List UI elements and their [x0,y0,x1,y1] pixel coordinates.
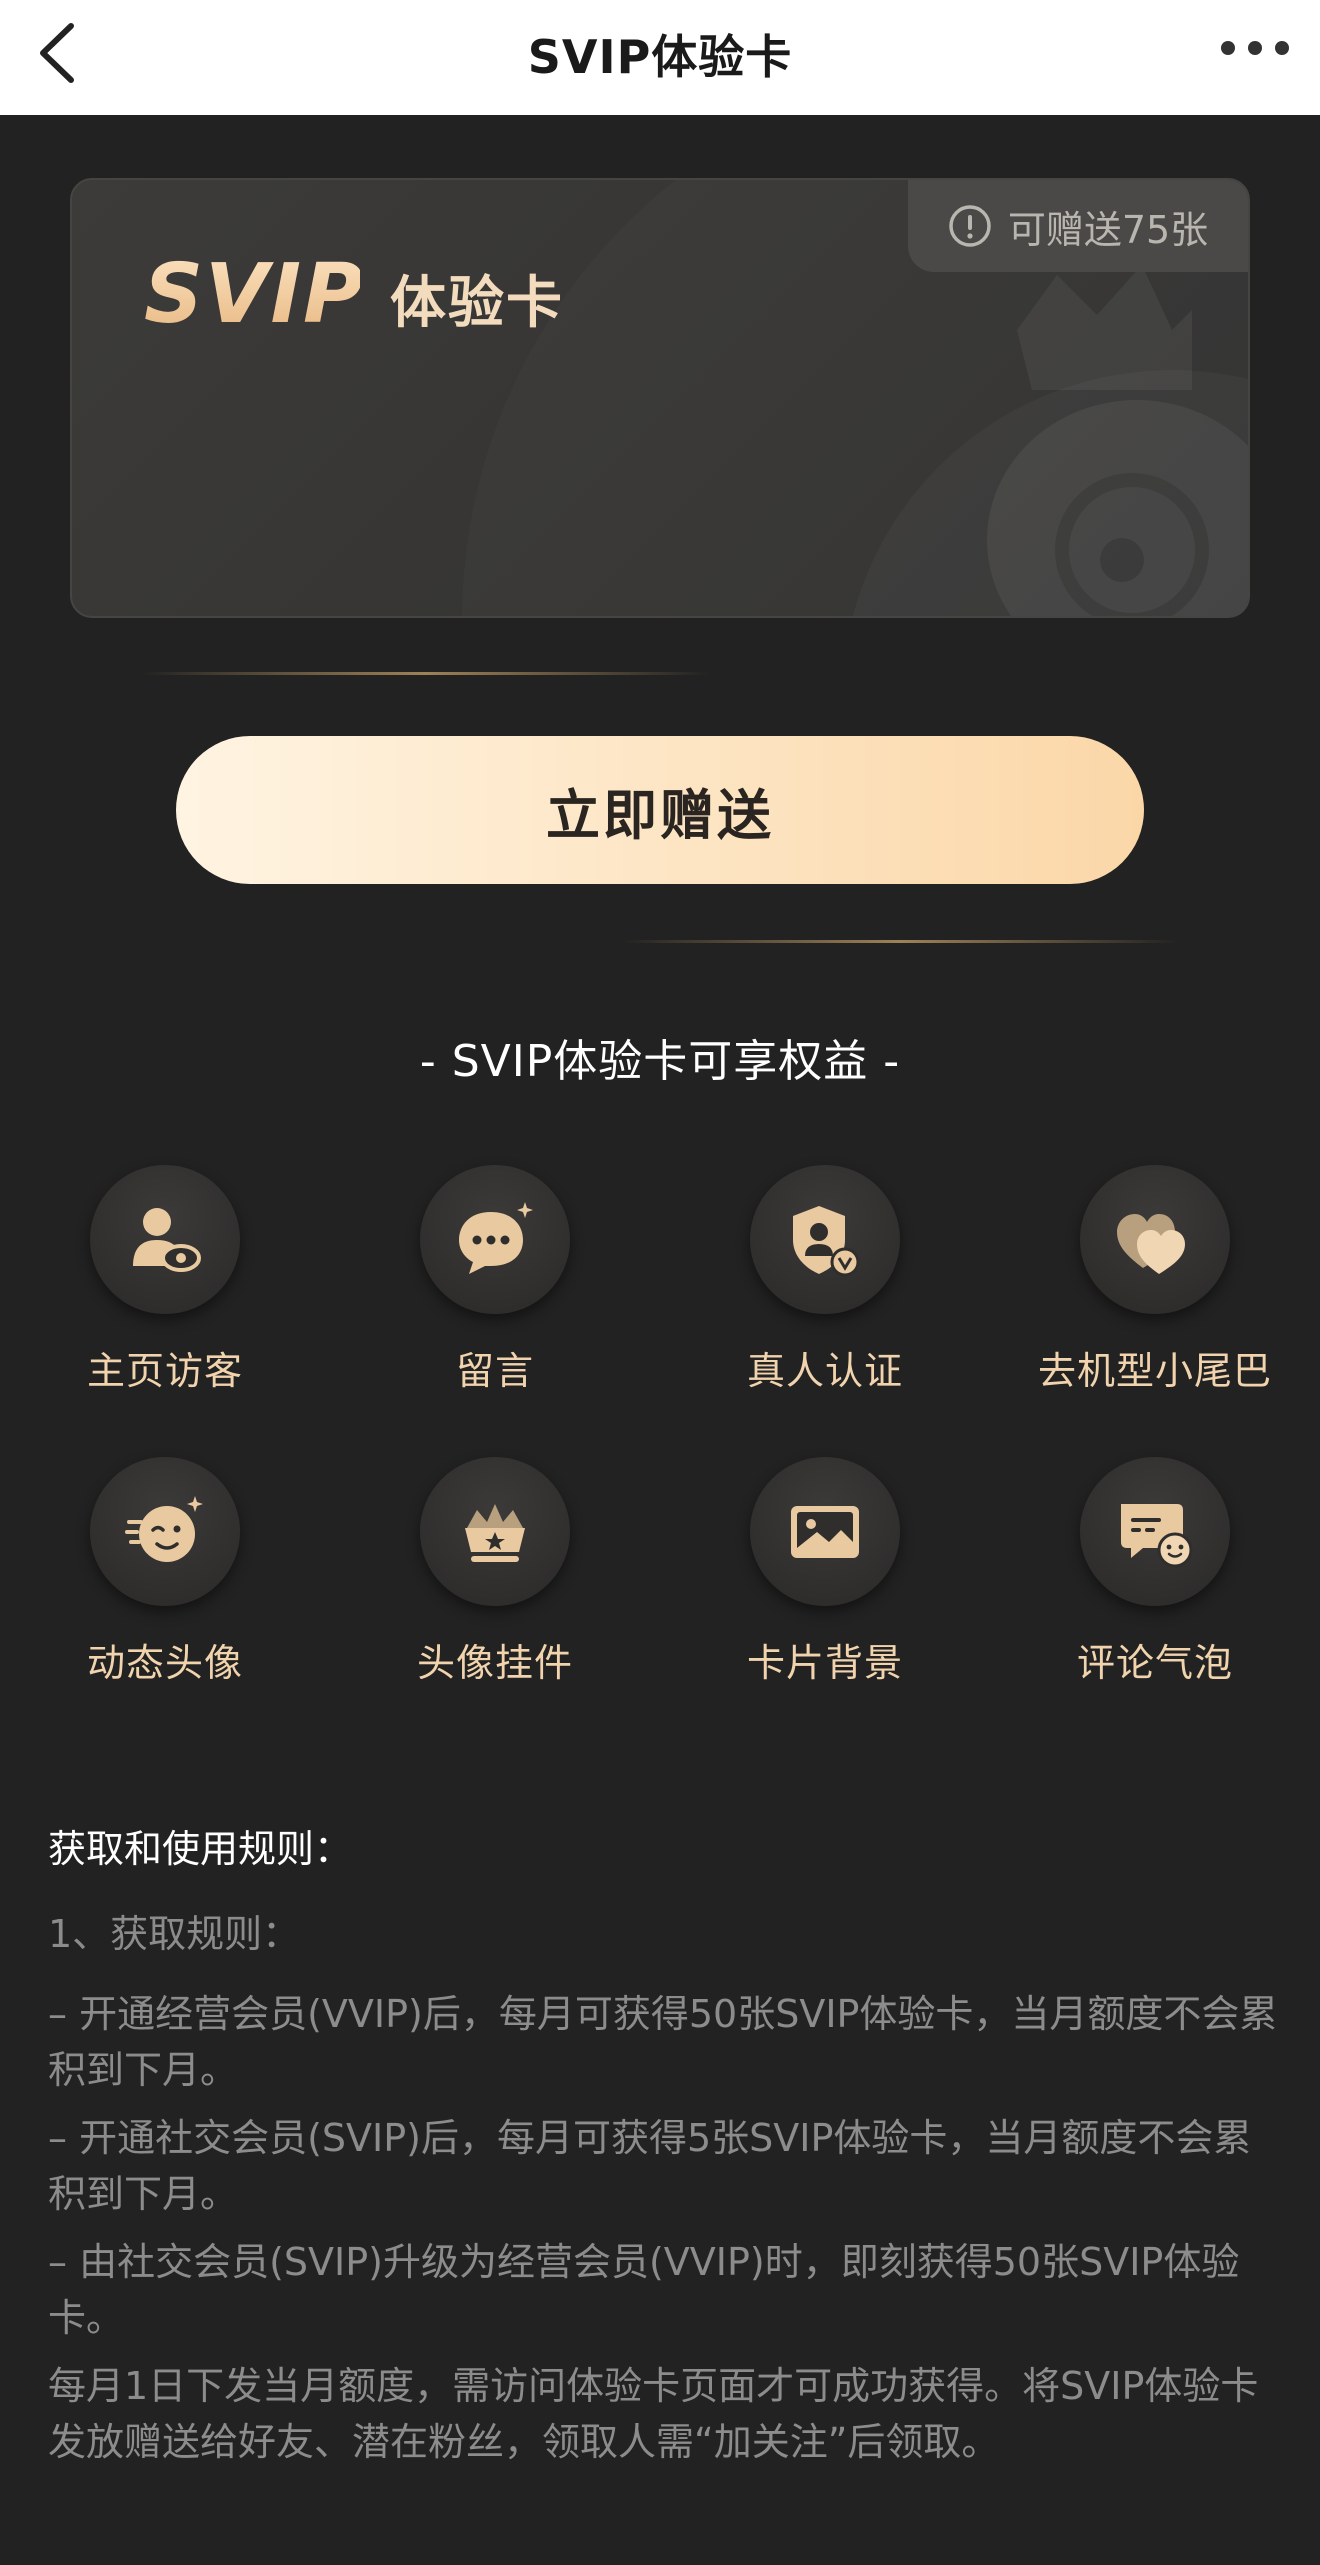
verified-shield-icon [793,1205,860,1276]
svip-trial-card: 可赠送75张 SVIP 体验卡 [70,178,1250,618]
remaining-count-text: 可赠送75张 [1007,207,1209,252]
page-title: SVIP体验卡 [527,29,793,84]
benefit-avatar-pendant[interactable]: 头像挂件 [330,1457,660,1687]
benefit-label: 评论气泡 [1076,1641,1233,1685]
benefit-message[interactable]: 留言 [330,1165,660,1395]
benefit-verification[interactable]: 真人认证 [660,1165,990,1395]
remaining-count-badge: 可赠送75张 [908,180,1248,272]
benefit-label: 卡片背景 [746,1641,903,1685]
rule-paragraph: – 开通社交会员(SVIP)后，每月可获得5张SVIP体验卡，当月额度不会累积到… [48,2116,1252,2216]
gold-divider-bottom [620,940,1180,943]
back-button[interactable] [22,18,92,88]
benefit-label: 真人认证 [746,1349,903,1393]
visitor-icon [133,1207,201,1272]
benefit-remove-device-tail[interactable]: 去机型小尾巴 [990,1165,1320,1395]
benefit-label: 头像挂件 [416,1641,573,1685]
avatar-pendant-icon [465,1503,525,1562]
message-icon [459,1201,533,1274]
benefit-label: 动态头像 [86,1641,243,1685]
benefit-dynamic-avatar[interactable]: 动态头像 [0,1457,330,1687]
rules-heading: 获取和使用规则： [48,1827,353,1871]
gold-divider-top [140,672,710,675]
benefit-visitors[interactable]: 主页访客 [0,1165,330,1395]
more-dots-icon [1221,41,1289,55]
benefits-title: - SVIP体验卡可享权益 - [419,1036,901,1087]
dynamic-avatar-icon [125,1495,203,1562]
benefit-label: 主页访客 [86,1349,243,1393]
benefit-card-background[interactable]: 卡片背景 [660,1457,990,1687]
rules-section: 获取和使用规则： 1、获取规则： – 开通经营会员(VVIP)后，每月可获得50… [48,1818,1280,2482]
more-button[interactable] [1210,18,1300,78]
rules-subheading: 1、获取规则： [48,1912,301,1956]
benefit-label: 留言 [455,1349,534,1393]
comment-bubble-icon [1121,1503,1193,1567]
info-icon [949,205,991,247]
benefit-label: 去机型小尾巴 [1037,1349,1272,1393]
svip-logo-text: SVIP [144,250,360,340]
rule-paragraph: – 开通经营会员(VVIP)后，每月可获得50张SVIP体验卡，当月额度不会累积… [48,1992,1278,2092]
nav-bar: SVIP体验卡 [0,0,1320,115]
rule-paragraph: – 由社交会员(SVIP)升级为经营会员(VVIP)时，即刻获得50张SVIP体… [48,2240,1240,2340]
rule-paragraph: 每月1日下发当月额度，需访问体验卡页面才可成功获得。将SVIP体验卡发放赠送给好… [48,2364,1259,2464]
heart-icon [1117,1213,1185,1274]
svip-logo: SVIP [144,250,360,340]
card-background-icon [791,1505,859,1558]
gift-now-button[interactable]: 立即赠送 [176,736,1144,884]
benefit-comment-bubble[interactable]: 评论气泡 [990,1457,1320,1687]
chevron-left-icon [40,23,74,83]
card-subtitle: 体验卡 [390,271,564,336]
